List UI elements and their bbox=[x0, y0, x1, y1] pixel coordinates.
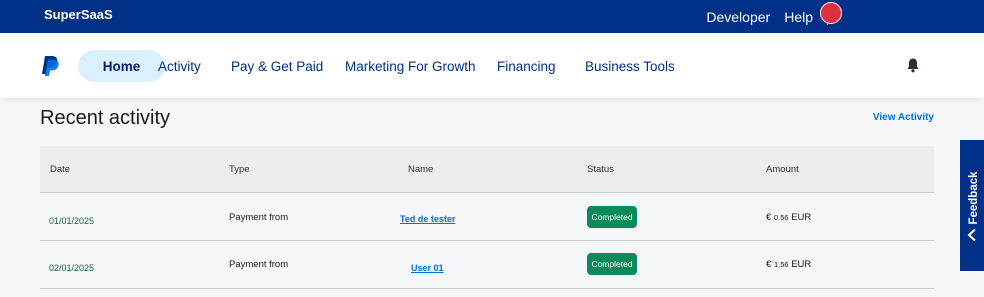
main-nav: Home Activity Pay & Get Paid Marketing F… bbox=[0, 33, 984, 98]
header-amount: Amount bbox=[766, 164, 799, 175]
amount-value: 0.56 bbox=[773, 213, 789, 222]
currency-symbol: € bbox=[766, 259, 772, 270]
avatar[interactable] bbox=[820, 2, 842, 24]
brand-name: SuperSaaS bbox=[44, 7, 113, 22]
row-amount: € 0.56 EUR bbox=[766, 212, 811, 223]
row-date: 01/01/2025 bbox=[49, 216, 95, 226]
currency-symbol: € bbox=[766, 212, 772, 223]
header-status: Status bbox=[587, 164, 614, 175]
help-link[interactable]: Help bbox=[784, 9, 813, 25]
top-bar: SuperSaaS Developer Help bbox=[0, 0, 984, 33]
row-name-link[interactable]: Ted de tester bbox=[400, 214, 455, 224]
nav-home[interactable]: Home bbox=[78, 50, 165, 82]
status-badge: Completed bbox=[587, 206, 637, 228]
currency-code: EUR bbox=[791, 259, 812, 270]
table-header: Date Type Name Status Amount bbox=[40, 146, 934, 193]
nav-activity[interactable]: Activity bbox=[158, 59, 201, 74]
feedback-label: Feedback bbox=[968, 171, 980, 225]
nav-pay-get-paid[interactable]: Pay & Get Paid bbox=[231, 59, 323, 74]
status-badge: Completed bbox=[587, 253, 637, 275]
header-name: Name bbox=[408, 164, 434, 175]
header-date: Date bbox=[50, 164, 71, 175]
table-row: 02/01/2025 Payment from User 01 Complete… bbox=[40, 241, 934, 289]
row-type: Payment from bbox=[229, 259, 289, 270]
section-title: Recent activity bbox=[40, 107, 171, 129]
activity-table: Date Type Name Status Amount 01/01/2025 … bbox=[40, 146, 934, 289]
nav-marketing[interactable]: Marketing For Growth bbox=[345, 59, 476, 74]
header-type: Type bbox=[229, 164, 250, 175]
row-type: Payment from bbox=[229, 212, 289, 223]
bell-icon[interactable] bbox=[906, 57, 920, 73]
row-amount: € 1.56 EUR bbox=[766, 259, 811, 270]
feedback-tab[interactable]: Feedback bbox=[960, 140, 984, 271]
paypal-logo-icon[interactable] bbox=[40, 55, 60, 77]
nav-business-tools[interactable]: Business Tools bbox=[585, 59, 675, 74]
row-name-link[interactable]: User 01 bbox=[411, 263, 444, 273]
amount-value: 1.56 bbox=[773, 260, 789, 269]
table-row: 01/01/2025 Payment from Ted de tester Co… bbox=[40, 193, 934, 241]
nav-financing[interactable]: Financing bbox=[497, 59, 556, 74]
chevron-left-icon bbox=[967, 228, 976, 242]
developer-link[interactable]: Developer bbox=[706, 9, 770, 25]
view-activity-link[interactable]: View Activity bbox=[873, 112, 934, 123]
row-date: 02/01/2025 bbox=[49, 263, 95, 273]
currency-code: EUR bbox=[791, 212, 812, 223]
